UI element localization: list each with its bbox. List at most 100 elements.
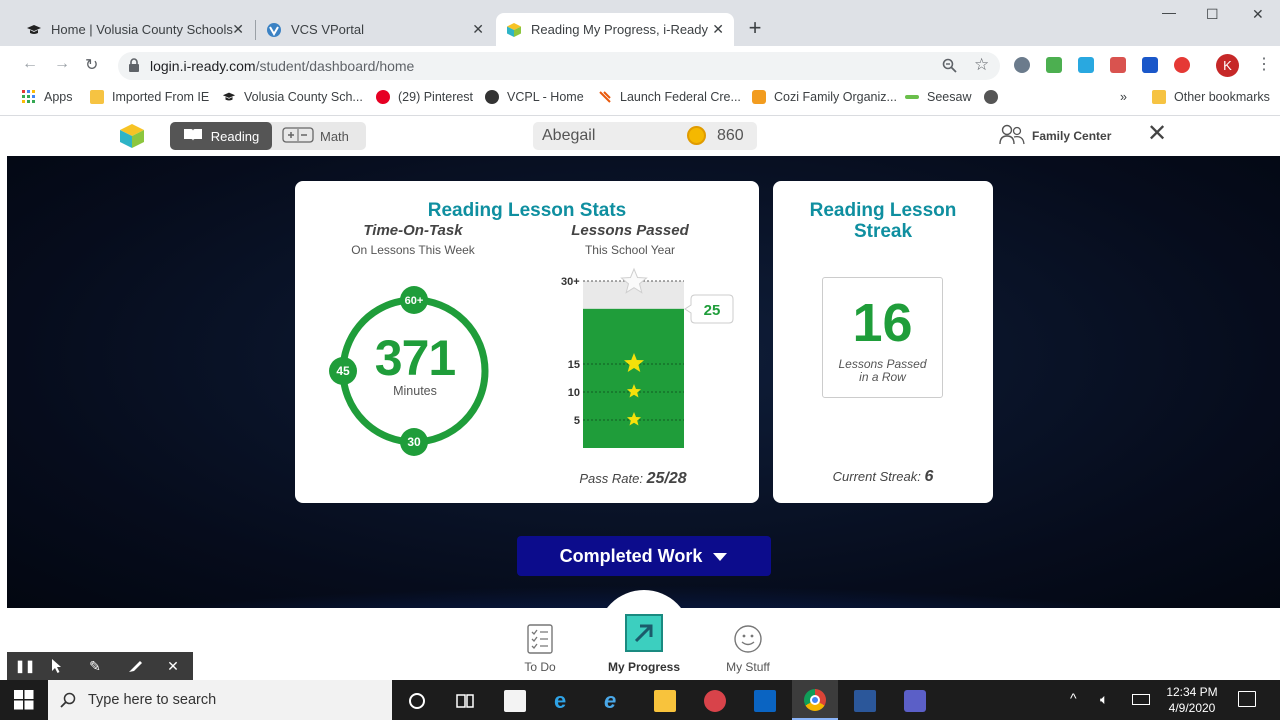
volume-icon[interactable]: 🔈︎ [1100,691,1108,708]
bookmark-seesaw[interactable]: Seesaw [905,90,971,104]
browser-tabstrip: Home | Volusia County Schools ✕ VCS VPor… [0,0,1280,46]
close-icon[interactable]: ✕ [712,21,724,38]
nav-todo[interactable]: To Do [500,608,580,674]
search-icon [60,692,76,713]
bookmark-star-icon[interactable]: ☆ [974,55,989,75]
coin-icon [687,126,706,145]
extension-cloud-icon[interactable] [1078,57,1094,73]
math-tab[interactable]: Math [282,122,366,150]
forward-arrow-icon[interactable]: → [54,55,70,73]
taskbar-clock[interactable]: 12:34 PM 4/9/2020 [1160,684,1224,716]
store-icon[interactable] [504,690,526,712]
nav-my-stuff[interactable]: My Stuff [708,608,788,674]
tab-vcs-vportal[interactable]: VCS VPortal ✕ [256,13,494,46]
highlighter-icon[interactable] [127,658,143,674]
bookmark-apps[interactable]: Apps [22,90,73,104]
extension-pdf-icon[interactable] [1110,57,1126,73]
extension-green-icon[interactable] [1046,57,1062,73]
close-icon[interactable]: ✕ [232,21,244,38]
clock-date: 4/9/2020 [1168,701,1216,715]
windows-start-icon[interactable] [14,690,36,712]
pass-rate-value: 25/28 [646,470,687,487]
completed-work-button[interactable]: Completed Work [517,536,771,576]
tab-title: Home | Volusia County Schools [51,22,233,37]
caret-down-icon [712,546,728,567]
nav-my-progress-label: My Progress [607,660,681,674]
reading-tab[interactable]: Reading [170,122,272,150]
pass-rate: Pass Rate: 25/28 [553,470,713,488]
iready-logo-icon[interactable] [119,123,145,149]
teams-icon[interactable] [904,690,926,712]
pen-icon[interactable]: ✎ [87,658,103,674]
outlook-icon[interactable] [754,690,776,712]
nav-my-progress[interactable]: My Progress [604,608,684,674]
tab-title: VCS VPortal [291,22,364,37]
zoom-icon[interactable] [942,58,957,78]
streak-title-line1: Reading Lesson [809,200,957,221]
streak-label: Lessons Passed in a Row [823,358,942,384]
taskbar-search-input[interactable]: Type here to search [48,680,392,720]
math-operators-icon [282,126,314,146]
bookmark-volusia[interactable]: Volusia County Sch... [222,90,363,104]
globe-icon [984,90,998,104]
extension-record-icon[interactable] [1174,57,1190,73]
address-bar[interactable]: login.i-ready.com/student/dashboard/home… [118,52,1000,80]
bookmarks-overflow[interactable]: » [1120,90,1127,104]
internet-explorer-icon[interactable]: e [604,690,626,712]
cortana-icon[interactable] [406,690,428,712]
bookmark-label: (29) Pinterest [398,90,474,104]
reload-icon[interactable]: ↻ [85,55,98,75]
word-icon[interactable] [854,690,876,712]
streak-value: 16 [852,293,913,353]
bookmark-other[interactable]: Other bookmarks [1152,90,1270,104]
student-info: Abegail 860 [533,122,757,150]
family-center-link[interactable]: Family Center [999,123,1111,148]
bottom-nav: To Do My Progress My Stuff [7,590,1280,680]
chevron-up-icon[interactable]: ^ [1070,690,1077,706]
bookmark-imported[interactable]: Imported From IE [90,90,209,104]
bookmark-vcpl[interactable]: VCPL - Home [485,90,584,104]
bookmark-globe[interactable] [984,90,1006,104]
maximize-icon[interactable]: ☐ [1206,6,1219,23]
pause-icon[interactable]: ❚❚ [15,658,35,674]
task-view-icon[interactable] [454,690,476,712]
stats-title: Reading Lesson Stats [427,200,627,221]
battery-icon[interactable] [1132,694,1150,705]
completed-work-label: Completed Work [559,545,703,566]
file-explorer-icon[interactable] [654,690,676,712]
bookmark-launch-federal[interactable]: Launch Federal Cre... [598,90,741,104]
current-streak: Current Streak: 6 [773,468,993,486]
vcpl-icon [485,90,499,104]
extension-globe-icon[interactable] [1014,57,1030,73]
browser-menu-icon[interactable]: ⋮ [1256,54,1272,74]
bookmark-pinterest[interactable]: (29) Pinterest [376,90,473,104]
new-tab-button[interactable]: + [744,17,766,40]
app-close-icon[interactable]: ✕ [1147,122,1167,146]
bookmark-label: Cozi Family Organiz... [774,90,897,104]
smiley-face-icon [733,624,763,654]
tab-volusia-home[interactable]: Home | Volusia County Schools ✕ [16,13,254,46]
extension-d-icon[interactable] [1142,57,1158,73]
tab-title: Reading My Progress, i-Ready [531,22,709,37]
lessons-passed-title: Lessons Passed [571,222,689,239]
notification-icon[interactable] [1238,691,1256,707]
close-icon[interactable]: ✕ [472,21,484,38]
current-streak-label: Current Streak: [832,469,921,484]
profile-avatar[interactable]: K [1216,54,1239,77]
cozi-icon [752,90,766,104]
url-host: login.i-ready.com [150,58,256,74]
back-arrow-icon[interactable]: ← [22,55,38,73]
annotation-toolbar: ❚❚ ✎ ✕ [7,652,193,680]
snipping-tool-icon[interactable] [704,690,726,712]
window-close-icon[interactable]: ✕ [1252,6,1264,23]
bar-tick-10: 10 [568,387,580,399]
edge-icon[interactable]: e [554,690,576,712]
minimize-icon[interactable]: — [1162,4,1176,20]
annotation-close-icon[interactable]: ✕ [165,658,181,674]
seesaw-icon [905,90,919,104]
bookmark-cozi[interactable]: Cozi Family Organiz... [752,90,897,104]
streak-title: Reading Lesson Streak [773,200,993,242]
chrome-taskbar-button[interactable] [792,680,838,720]
pointer-icon[interactable] [49,658,65,674]
tab-iready-progress[interactable]: Reading My Progress, i-Ready ✕ [496,13,734,46]
